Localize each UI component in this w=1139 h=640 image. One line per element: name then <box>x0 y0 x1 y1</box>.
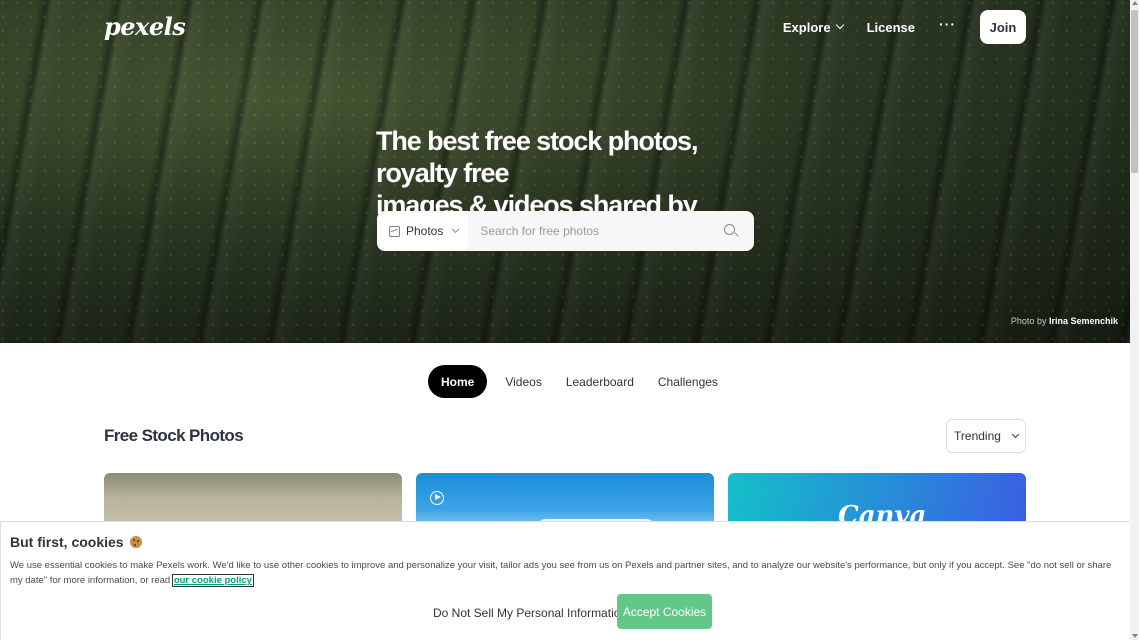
cookie-banner: But first, cookies We use essential cook… <box>0 521 1130 640</box>
nav-license[interactable]: License <box>867 20 915 35</box>
cookie-text: We use essential cookies to make Pexels … <box>10 558 1120 588</box>
search-type-dropdown[interactable]: Photos <box>377 211 469 251</box>
photo-credit[interactable]: Photo by Irina Semenchik <box>1011 316 1118 326</box>
tab-challenges[interactable]: Challenges <box>646 365 730 398</box>
tab-leaderboard[interactable]: Leaderboard <box>554 365 646 398</box>
accept-cookies-button[interactable]: Accept Cookies <box>617 594 712 629</box>
nav-explore-label: Explore <box>782 19 831 35</box>
hero-title-line-1: The best free stock photos, royalty free <box>376 126 698 188</box>
tab-home[interactable]: Home <box>428 365 488 398</box>
section-title: Free Stock Photos <box>104 426 244 445</box>
cookie-title-text: But first, cookies <box>10 534 124 550</box>
top-nav: Explore License ··· Join <box>783 10 1026 44</box>
search-bar: Photos <box>377 211 754 251</box>
image-icon <box>389 225 400 237</box>
scroll-up-arrow-icon[interactable] <box>1132 1 1138 5</box>
chevron-down-icon <box>835 20 844 30</box>
cookie-icon <box>129 536 142 548</box>
search-type-label: Photos <box>406 224 444 238</box>
do-not-sell-button[interactable]: Do Not Sell My Personal Information <box>433 603 627 623</box>
cookie-policy-link[interactable]: our cookie policy <box>171 574 254 587</box>
scrollbar-thumb[interactable] <box>1131 10 1138 173</box>
hero-banner: pexels Explore License ··· Join The best… <box>0 0 1130 343</box>
photo-credit-prefix: Photo by <box>1010 316 1047 326</box>
search-icon[interactable] <box>718 217 746 245</box>
play-circle-icon <box>430 491 444 505</box>
cookie-title: But first, cookies <box>10 534 142 550</box>
tab-videos[interactable]: Videos <box>493 365 553 398</box>
scrollbar[interactable] <box>1130 0 1139 640</box>
pexels-logo[interactable]: pexels <box>104 12 186 41</box>
search-input[interactable] <box>468 211 718 251</box>
join-button[interactable]: Join <box>980 10 1026 44</box>
sort-dropdown[interactable]: Trending <box>946 419 1026 453</box>
sort-label: Trending <box>954 429 1001 443</box>
more-menu-icon[interactable]: ··· <box>939 16 956 32</box>
chevron-down-icon <box>1011 430 1019 439</box>
nav-explore[interactable]: Explore <box>782 19 844 35</box>
photo-credit-name[interactable]: Irina Semenchik <box>1049 316 1118 326</box>
content-tabs: Home Videos Leaderboard Challenges <box>428 365 730 398</box>
scroll-down-arrow-icon[interactable] <box>1132 634 1138 638</box>
chevron-down-icon <box>452 225 460 234</box>
page: pexels Explore License ··· Join The best… <box>0 0 1130 640</box>
